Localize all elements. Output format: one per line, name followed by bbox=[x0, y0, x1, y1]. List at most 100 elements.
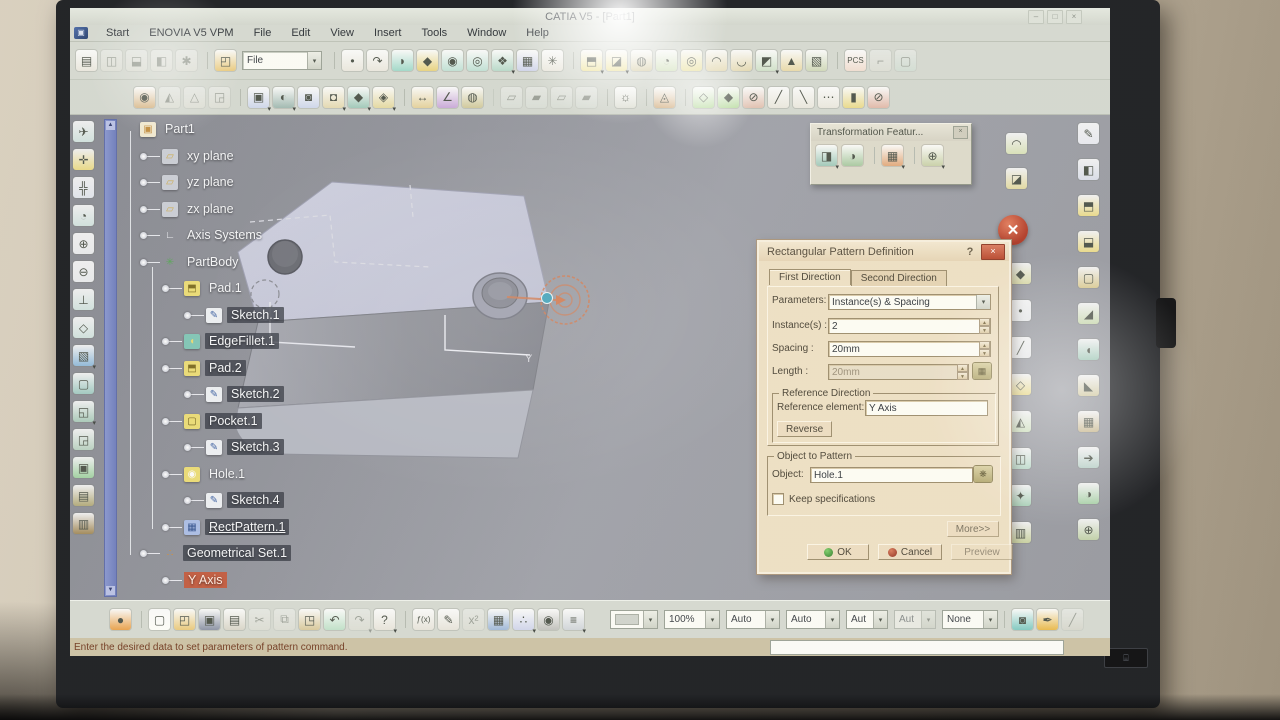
union-trim-icon[interactable]: ◈▾ bbox=[373, 87, 394, 108]
spacing-spinner[interactable]: ▲▼ bbox=[979, 341, 990, 357]
chevron-down-icon[interactable]: ▾ bbox=[873, 611, 887, 628]
more-button[interactable]: More>> bbox=[947, 521, 999, 537]
tab-first-direction[interactable]: First Direction bbox=[769, 269, 851, 285]
rect-pattern-icon[interactable]: ▦▾ bbox=[882, 145, 903, 166]
remove-body-icon[interactable]: ◘▾ bbox=[323, 87, 344, 108]
fit-all-in-icon[interactable]: ✛ bbox=[73, 149, 94, 170]
save-icon[interactable]: ▣ bbox=[199, 609, 220, 630]
measure-item-icon[interactable]: ∠ bbox=[437, 87, 458, 108]
grayed-tool-icon-1[interactable]: ◭ bbox=[159, 87, 180, 108]
offset-icon[interactable]: ◫ bbox=[1010, 448, 1031, 469]
contact-constraint-icon[interactable]: ◆ bbox=[718, 87, 739, 108]
dialog-close-icon[interactable]: × bbox=[981, 244, 1005, 260]
pad-icon[interactable]: ⬒▾ bbox=[581, 50, 602, 71]
graphic-color-combo[interactable]: ▾ bbox=[610, 610, 658, 629]
constraint-icon[interactable]: ◇ bbox=[693, 87, 714, 108]
intersect-body-icon[interactable]: ◆▾ bbox=[348, 87, 369, 108]
menu-file[interactable]: File bbox=[244, 27, 282, 39]
layer-combo[interactable]: None▾ bbox=[942, 610, 998, 629]
removed-loft-icon[interactable]: ▧ bbox=[806, 50, 827, 71]
maximize-button[interactable]: □ bbox=[1047, 10, 1063, 24]
menu-edit[interactable]: Edit bbox=[281, 27, 320, 39]
draft-angle-icon[interactable]: ◢ bbox=[1078, 303, 1099, 324]
window-layout-icon[interactable]: ▤ bbox=[76, 50, 97, 71]
rotate-icon[interactable]: ◔ bbox=[73, 205, 94, 226]
comment-icon[interactable]: ✎ bbox=[438, 609, 459, 630]
tile-vertical-icon[interactable]: ⬓ bbox=[126, 50, 147, 71]
close-surface-icon[interactable]: ❖▾ bbox=[492, 50, 513, 71]
print-icon[interactable]: ▤ bbox=[224, 609, 245, 630]
new-document-icon[interactable]: ▢ bbox=[149, 609, 170, 630]
construction-line-icon[interactable]: ╲ bbox=[793, 87, 814, 108]
ok-button[interactable]: OK bbox=[807, 544, 869, 560]
extrude-icon[interactable]: ◇ bbox=[1010, 374, 1031, 395]
chevron-down-icon[interactable]: ▾ bbox=[976, 295, 990, 309]
tree-item-axis-systems[interactable]: ∟Axis Systems bbox=[144, 225, 266, 245]
minimize-button[interactable]: – bbox=[1028, 10, 1044, 24]
cut-icon[interactable]: ✂ bbox=[249, 609, 270, 630]
lock-icon[interactable]: ◉ bbox=[538, 609, 559, 630]
help-icon[interactable]: ? bbox=[963, 246, 977, 258]
paste-icon[interactable]: ◳ bbox=[299, 609, 320, 630]
transformation-toolbar-close-icon[interactable]: × bbox=[953, 126, 968, 139]
pattern-small-icon[interactable]: ▦ bbox=[1078, 411, 1099, 432]
sew-surface-icon[interactable]: ✦ bbox=[1010, 485, 1031, 506]
instances-spinner[interactable]: ▲▼ bbox=[979, 318, 990, 334]
render-style-combo[interactable]: Aut▾ bbox=[894, 610, 936, 629]
stiffener-icon[interactable]: ◩▾ bbox=[756, 50, 777, 71]
chevron-down-icon[interactable]: ▾ bbox=[825, 611, 839, 628]
file-combobox[interactable]: File ▾ bbox=[242, 51, 322, 70]
mirror-small-icon[interactable]: ◑ bbox=[1078, 483, 1099, 504]
publish-icon[interactable]: ◉ bbox=[134, 87, 155, 108]
spacing-field[interactable]: 20mm ▲▼ bbox=[828, 341, 991, 357]
plane-tool-icon[interactable]: ◆ bbox=[1010, 263, 1031, 284]
frame-icon[interactable]: ⌐ bbox=[870, 50, 891, 71]
axis-line-icon[interactable]: ╱ bbox=[768, 87, 789, 108]
chevron-down-icon[interactable]: ▾ bbox=[705, 611, 719, 628]
rib-icon[interactable]: ◠ bbox=[706, 50, 727, 71]
point-icon[interactable]: • bbox=[342, 50, 363, 71]
chevron-down-icon[interactable]: ▾ bbox=[643, 611, 657, 628]
menu-help[interactable]: Help bbox=[516, 27, 559, 39]
tab-second-direction[interactable]: Second Direction bbox=[851, 270, 947, 286]
catalog-browser-icon[interactable]: ◬ bbox=[654, 87, 675, 108]
open-folder-icon[interactable]: ◰ bbox=[215, 50, 236, 71]
chevron-down-icon[interactable]: ▾ bbox=[307, 52, 321, 69]
shaded-cube-icon[interactable]: ▧▾ bbox=[73, 345, 94, 366]
zoom-level-combo[interactable]: 100%▾ bbox=[664, 610, 720, 629]
insert-body-icon[interactable]: ▣▾ bbox=[248, 87, 269, 108]
menu-start[interactable]: Start bbox=[96, 27, 139, 39]
gear-icon[interactable]: ☼ bbox=[615, 87, 636, 108]
spline-icon[interactable]: ↷ bbox=[367, 50, 388, 71]
sketcher-icon[interactable]: ✎ bbox=[1078, 123, 1099, 144]
pocket-icon[interactable]: ◪▾ bbox=[606, 50, 627, 71]
measure-inertia-icon[interactable]: ◍ bbox=[462, 87, 483, 108]
fly-mode-icon[interactable]: ✈ bbox=[73, 121, 94, 142]
disable-icon[interactable]: ⊘ bbox=[868, 87, 889, 108]
fillet-small-icon[interactable]: ◖ bbox=[1078, 339, 1099, 360]
structure-tree-icon[interactable]: ∴▾ bbox=[513, 609, 534, 630]
whats-this-icon[interactable]: ?▾ bbox=[374, 609, 395, 630]
object-selector-icon[interactable]: ❋ bbox=[974, 466, 992, 482]
faded-tool-icon-1[interactable]: ▱ bbox=[501, 87, 522, 108]
scroll-down-icon[interactable]: ▼ bbox=[106, 586, 115, 595]
surface-patch-icon[interactable]: ◗ bbox=[392, 50, 413, 71]
measure-between-icon[interactable]: ↔ bbox=[412, 87, 433, 108]
positioned-sketch-icon[interactable]: ◧ bbox=[1078, 159, 1099, 180]
power-input-field[interactable] bbox=[770, 640, 1064, 655]
length-measure-icon[interactable]: ▦ bbox=[973, 363, 991, 379]
split-surface-icon[interactable]: ◆ bbox=[417, 50, 438, 71]
normal-view-icon[interactable]: ⊥ bbox=[73, 289, 94, 310]
open-icon[interactable]: ◰ bbox=[174, 609, 195, 630]
stylus-icon[interactable]: ╱ bbox=[1062, 609, 1083, 630]
redo-icon[interactable]: ↷▾ bbox=[349, 609, 370, 630]
tree-item-y-axis[interactable]: Y Axis bbox=[166, 570, 227, 590]
swap-space-icon[interactable]: ◲ bbox=[73, 429, 94, 450]
fill-icon[interactable]: ◪ bbox=[1006, 168, 1027, 189]
shaft-icon[interactable]: ◍ bbox=[631, 50, 652, 71]
chevron-down-icon[interactable]: ▾ bbox=[983, 611, 997, 628]
menu-insert[interactable]: Insert bbox=[364, 27, 412, 39]
close-button[interactable]: × bbox=[1066, 10, 1082, 24]
tree-item-xy-plane[interactable]: ▱xy plane bbox=[144, 146, 238, 166]
pen-ball-icon[interactable]: ✒ bbox=[1037, 609, 1058, 630]
